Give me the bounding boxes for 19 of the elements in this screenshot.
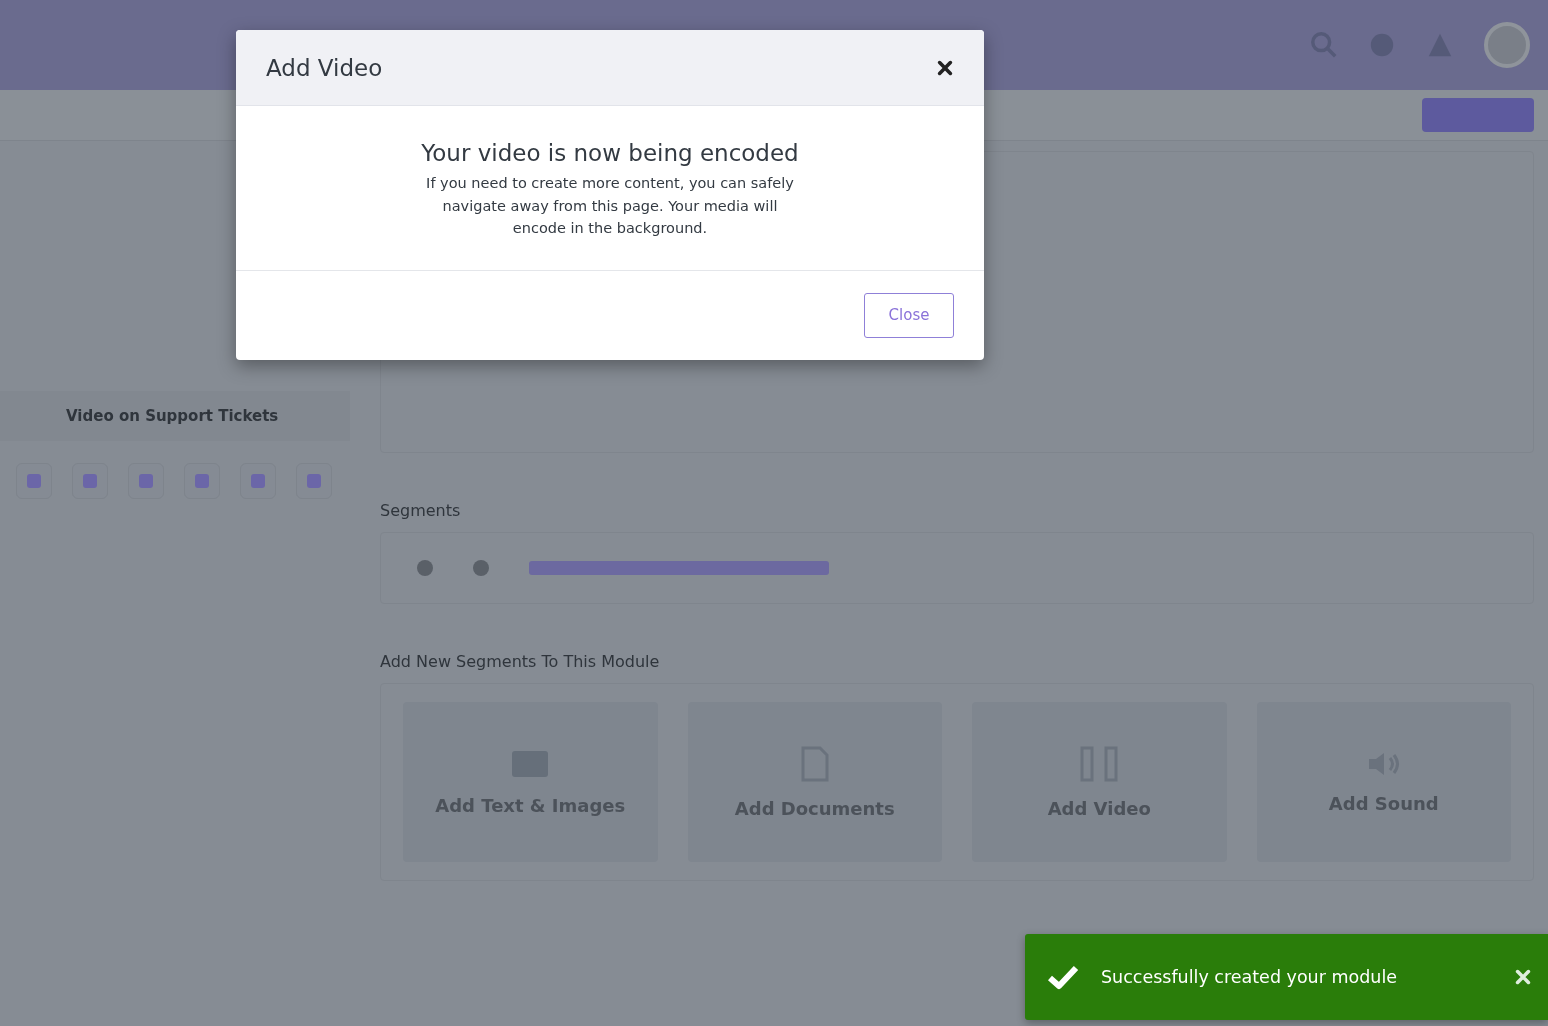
modal-message: If you need to create more content, you can safely navigate away from this page. Your media will encode in the background. bbox=[425, 174, 795, 238]
tool-button[interactable] bbox=[128, 463, 164, 499]
section-heading: Add New Segments To This Module bbox=[380, 652, 661, 671]
close-icon[interactable] bbox=[936, 58, 954, 77]
image-icon bbox=[510, 748, 551, 779]
modal-heading: Your video is now being encoded bbox=[420, 140, 800, 166]
tool-button[interactable] bbox=[72, 463, 108, 499]
tool-button[interactable] bbox=[296, 463, 332, 499]
avatar[interactable] bbox=[1484, 22, 1530, 68]
tool-button[interactable] bbox=[240, 463, 276, 499]
tool-button[interactable] bbox=[16, 463, 52, 499]
tool-button[interactable] bbox=[184, 463, 220, 499]
close-button[interactable]: Close bbox=[864, 292, 954, 338]
check-icon bbox=[1047, 964, 1079, 990]
section-heading: Segments bbox=[380, 501, 462, 520]
toast-message: Successfully created your module bbox=[1101, 967, 1399, 987]
action-button[interactable] bbox=[1422, 98, 1534, 132]
sidebar-item[interactable]: Video on Support Tickets bbox=[0, 391, 350, 441]
modal-title: Add Video bbox=[266, 54, 383, 81]
